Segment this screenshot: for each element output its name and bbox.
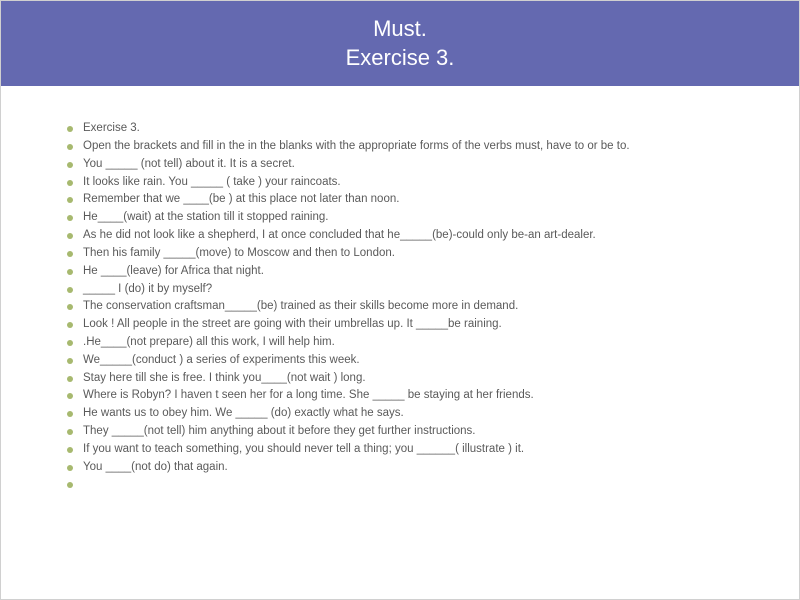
title-line-1: Must. <box>1 15 799 44</box>
list-item: Open the brackets and fill in the in the… <box>67 138 769 156</box>
list-item: _____ I (do) it by myself? <box>67 281 769 299</box>
list-item: Exercise 3. <box>67 120 769 138</box>
list-item: If you want to teach something, you shou… <box>67 441 769 459</box>
list-item: He____(wait) at the station till it stop… <box>67 209 769 227</box>
list-item: Remember that we ____(be ) at this place… <box>67 191 769 209</box>
list-item: The conservation craftsman_____(be) trai… <box>67 298 769 316</box>
title-band: Must. Exercise 3. <box>1 1 799 86</box>
list-item: You ____(not do) that again. <box>67 459 769 477</box>
list-item: Stay here till she is free. I think you_… <box>67 370 769 388</box>
list-item: It looks like rain. You _____ ( take ) y… <box>67 174 769 192</box>
list-item: Then his family _____(move) to Moscow an… <box>67 245 769 263</box>
slide: Must. Exercise 3. Exercise 3. Open the b… <box>0 0 800 600</box>
bullet-list: Exercise 3. Open the brackets and fill i… <box>67 120 769 476</box>
list-item: Where is Robyn? I haven t seen her for a… <box>67 387 769 405</box>
list-item: .He____(not prepare) all this work, I wi… <box>67 334 769 352</box>
list-item: They _____(not tell) him anything about … <box>67 423 769 441</box>
list-item: We_____(conduct ) a series of experiment… <box>67 352 769 370</box>
list-item: He ____(leave) for Africa that night. <box>67 263 769 281</box>
content-area: Exercise 3. Open the brackets and fill i… <box>1 86 799 476</box>
list-item: He wants us to obey him. We _____ (do) e… <box>67 405 769 423</box>
title-line-2: Exercise 3. <box>1 44 799 73</box>
list-item: Look ! All people in the street are goin… <box>67 316 769 334</box>
list-item: You _____ (not tell) about it. It is a s… <box>67 156 769 174</box>
list-item: As he did not look like a shepherd, I at… <box>67 227 769 245</box>
